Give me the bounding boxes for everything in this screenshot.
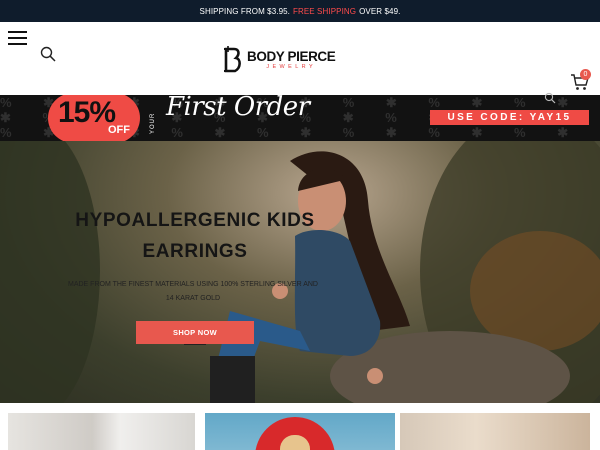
promo-off: OFF xyxy=(108,124,130,136)
menu-icon[interactable] xyxy=(8,31,27,45)
site-logo[interactable]: BODY PIERCE JEWELRY xyxy=(222,44,342,76)
category-tiles xyxy=(0,403,600,450)
background-foliage xyxy=(0,141,100,403)
announcement-bar: SHIPPING FROM $3.95. FREE SHIPPING OVER … xyxy=(0,0,600,22)
site-header: BODY PIERCE JEWELRY xyxy=(0,22,600,95)
shipping-suffix: OVER $49. xyxy=(359,6,401,16)
button-underline xyxy=(184,344,206,345)
promo-percent: 15% xyxy=(58,96,116,129)
search-icon[interactable] xyxy=(40,46,56,62)
hero-title: HYPOALLERGENIC KIDS EARRINGS xyxy=(75,210,315,262)
cart-count-badge: 0 xyxy=(580,69,591,80)
promo-first-order: First Order xyxy=(166,92,310,122)
child-photo xyxy=(210,151,410,403)
logo-b-icon xyxy=(224,46,241,73)
hero-banner: HYPOALLERGENIC KIDS EARRINGS MADE FROM T… xyxy=(0,141,600,403)
logo-subtitle: JEWELRY xyxy=(266,64,317,70)
search-icon[interactable] xyxy=(544,92,556,104)
category-tile-3[interactable] xyxy=(400,413,590,450)
promo-your: YOUR xyxy=(150,112,156,134)
shop-now-button[interactable]: SHOP NOW xyxy=(136,321,254,344)
shipping-prefix: SHIPPING FROM $3.95. xyxy=(199,6,290,16)
category-tile-1[interactable] xyxy=(8,413,195,450)
logo-title: BODY PIERCE xyxy=(247,48,336,64)
free-shipping-highlight: FREE SHIPPING xyxy=(293,6,357,16)
promo-code-box: USE CODE: YAY15 xyxy=(430,110,589,125)
hero-subtitle: MADE FROM THE FINEST MATERIALS USING 100… xyxy=(68,281,318,302)
category-tile-2[interactable] xyxy=(205,413,395,450)
